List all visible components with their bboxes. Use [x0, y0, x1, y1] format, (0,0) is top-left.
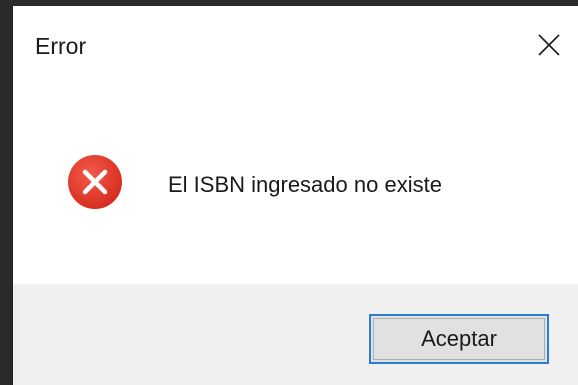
dialog-title: Error	[35, 33, 87, 59]
accept-button-label: Aceptar	[421, 326, 497, 351]
dialog-content: El ISBN ingresado no existe	[13, 84, 578, 284]
title-bar: Error	[13, 6, 578, 84]
error-message: El ISBN ingresado no existe	[168, 172, 442, 197]
close-icon	[538, 34, 560, 56]
close-button[interactable]	[520, 24, 578, 66]
error-dialog: Error El ISBN ingresado no existe Acepta…	[12, 6, 578, 385]
error-icon	[67, 154, 123, 210]
accept-button[interactable]: Aceptar	[369, 314, 549, 364]
dialog-footer: Aceptar	[13, 284, 578, 385]
